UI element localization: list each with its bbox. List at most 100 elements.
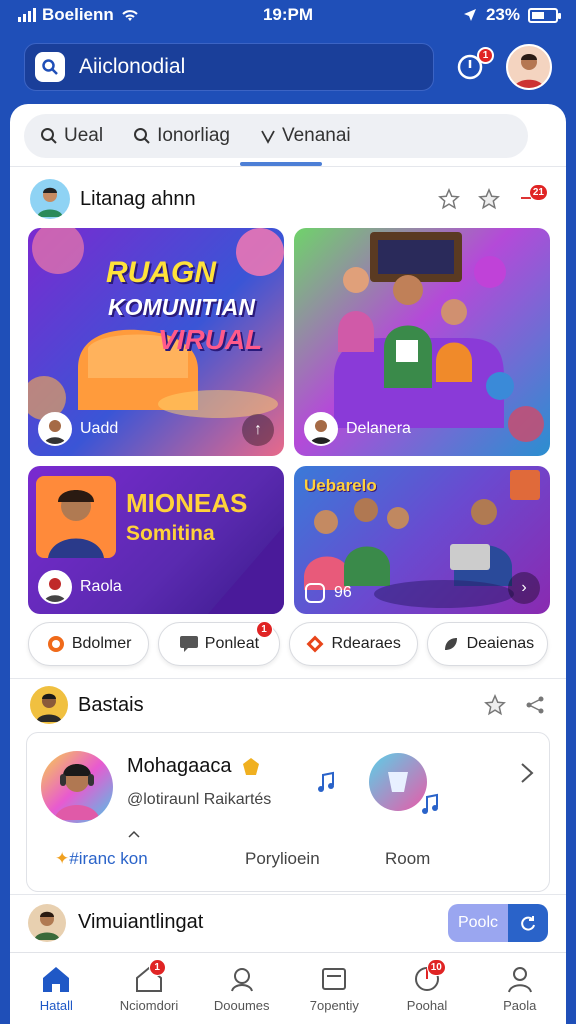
star-icon[interactable] xyxy=(484,694,506,716)
chip-label: Deaienas xyxy=(466,635,535,652)
flame-icon xyxy=(47,636,64,652)
card-caption: Delanera xyxy=(304,412,411,446)
chip-ponleat[interactable]: Ponleat 1 xyxy=(158,621,280,666)
share-icon[interactable]: ↑ xyxy=(242,414,274,446)
play-button[interactable]: › xyxy=(508,572,540,604)
tab-label: Ueal xyxy=(64,125,104,146)
featured-tag-text: #iranc kon xyxy=(69,849,148,868)
featured-meta-row: ✦ #iranc kon Porylioein Room xyxy=(55,849,525,869)
user-icon xyxy=(507,967,532,993)
featured-handle: @lotiraunl Raikartés xyxy=(127,791,272,808)
card-caption-text: 96 xyxy=(334,584,352,601)
search-bar[interactable]: Aiiclonodial xyxy=(24,43,434,91)
creator-avatar xyxy=(38,412,72,446)
nav-documents[interactable]: Dooumes xyxy=(195,953,288,1024)
content-sheet: Ueal Ionorliag Venanai Litanag ahnn 21 R… xyxy=(10,104,566,1024)
clock-icon xyxy=(305,583,325,603)
status-time: 19:PM xyxy=(262,5,314,24)
nav-podcast[interactable]: 10 Poohal xyxy=(381,953,474,1024)
music-note-icon xyxy=(422,793,438,814)
nav-badge: 1 xyxy=(148,959,166,976)
status-bar: Boelienn 19:PM 23% xyxy=(0,0,576,30)
chip-badge: 1 xyxy=(255,621,273,638)
check-icon xyxy=(261,130,275,144)
nav-label: Dooumes xyxy=(213,998,270,1013)
profile-icon xyxy=(230,968,253,992)
wifi-icon xyxy=(122,10,138,21)
tab-bar: Ueal Ionorliag Venanai xyxy=(24,114,528,158)
card-headline-2: Somitina xyxy=(126,522,215,545)
notification-badge: 1 xyxy=(477,47,494,64)
chevron-right-icon[interactable] xyxy=(517,761,537,785)
star-icon[interactable] xyxy=(438,188,460,210)
divider xyxy=(10,678,566,679)
section-title: Litanag ahnn xyxy=(80,187,196,210)
chip-bdolmer[interactable]: Bdolmer xyxy=(28,622,150,666)
section-header: Litanag ahnn 21 xyxy=(30,178,548,220)
signal-icon xyxy=(18,8,36,22)
carrier-name: Boelienn xyxy=(42,5,114,24)
tab-ueal[interactable]: Ueal xyxy=(40,125,103,147)
nav-label: 7opentiy xyxy=(309,998,359,1013)
creator-avatar xyxy=(38,570,72,604)
music-avatar[interactable] xyxy=(369,753,427,811)
alert-button[interactable]: 21 xyxy=(518,184,548,210)
section-header: Bastais xyxy=(30,684,546,726)
community-card-friends[interactable]: Delanera xyxy=(294,228,550,456)
community-card-uebarelo[interactable]: Uebarelo 96 › xyxy=(294,466,550,614)
search-icon xyxy=(35,52,65,82)
star-outline-icon[interactable] xyxy=(478,188,500,210)
app-header: Aiiclonodial 1 xyxy=(0,30,576,104)
profile-avatar[interactable] xyxy=(506,44,552,90)
card-caption-text: Uadd xyxy=(80,420,119,437)
chip-deaienas[interactable]: Deaienas xyxy=(426,622,549,666)
pool-button[interactable]: Poolc xyxy=(448,903,548,942)
chip-label: Ponleat xyxy=(204,635,260,652)
nav-label: Paola xyxy=(503,998,537,1013)
nav-label: Nciomdori xyxy=(119,998,179,1013)
alert-badge: 21 xyxy=(528,184,548,201)
tab-ionorliag[interactable]: Ionorliag xyxy=(133,125,230,147)
verified-badge-icon xyxy=(242,757,259,775)
nav-badge: 10 xyxy=(426,959,446,976)
nav-home[interactable]: Hatall xyxy=(10,953,103,1024)
nav-notifications[interactable]: 1 Nciomdori xyxy=(103,953,196,1024)
featured-tag[interactable]: ✦ #iranc kon xyxy=(55,849,245,869)
featured-name: Mohagaaca xyxy=(127,755,232,777)
chip-rdearaes[interactable]: Rdearaes xyxy=(288,622,418,666)
tab-label: Venanai xyxy=(281,125,351,146)
battery-percent: 23% xyxy=(485,5,520,24)
card-headline-1: Uebarelo xyxy=(304,476,377,495)
community-card-mioneas[interactable]: MIONEAS Somitina Raola xyxy=(28,466,284,614)
share-nodes-icon[interactable] xyxy=(524,694,546,716)
card-caption: Uadd xyxy=(38,412,118,446)
card-headline-1: MIONEAS xyxy=(126,488,248,518)
tab-label: Ionorliag xyxy=(157,125,230,146)
card-caption-text: Delanera xyxy=(346,420,411,437)
suggestion-row: Vimuiantlingat Poolc xyxy=(10,894,566,950)
home-icon xyxy=(43,967,70,992)
sparkle-icon: ✦ xyxy=(55,849,70,868)
chevron-up-icon[interactable] xyxy=(127,829,141,839)
search-label: Aiiclonodial xyxy=(79,55,186,78)
community-card-virtual[interactable]: RUAGN KOMUNITIAN VIRUAL Uadd ↑ xyxy=(28,228,284,456)
creator-avatar xyxy=(304,412,338,446)
battery-icon xyxy=(528,7,561,23)
pool-button-label: Poolc xyxy=(448,903,508,942)
notification-button[interactable]: 1 xyxy=(450,47,494,87)
chat-icon xyxy=(179,636,198,652)
chip-label: Rdearaes xyxy=(331,635,401,652)
nav-label: Hatall xyxy=(39,998,73,1013)
suggestion-title: Vimuiantlingat xyxy=(78,911,204,933)
card-caption: Raola xyxy=(38,570,122,604)
divider xyxy=(10,166,566,167)
card-caption: 96 xyxy=(304,582,352,604)
chip-label: Bdolmer xyxy=(71,635,132,652)
featured-avatar xyxy=(41,751,113,823)
diamond-icon xyxy=(306,635,324,653)
tab-venanai[interactable]: Venanai xyxy=(260,125,351,147)
featured-profile-card[interactable]: Mohagaaca @lotiraunl Raikartés ✦ #iranc … xyxy=(26,732,550,892)
section-avatar xyxy=(30,179,70,219)
nav-property[interactable]: 7opentiy xyxy=(288,953,381,1024)
nav-profile[interactable]: Paola xyxy=(473,953,566,1024)
